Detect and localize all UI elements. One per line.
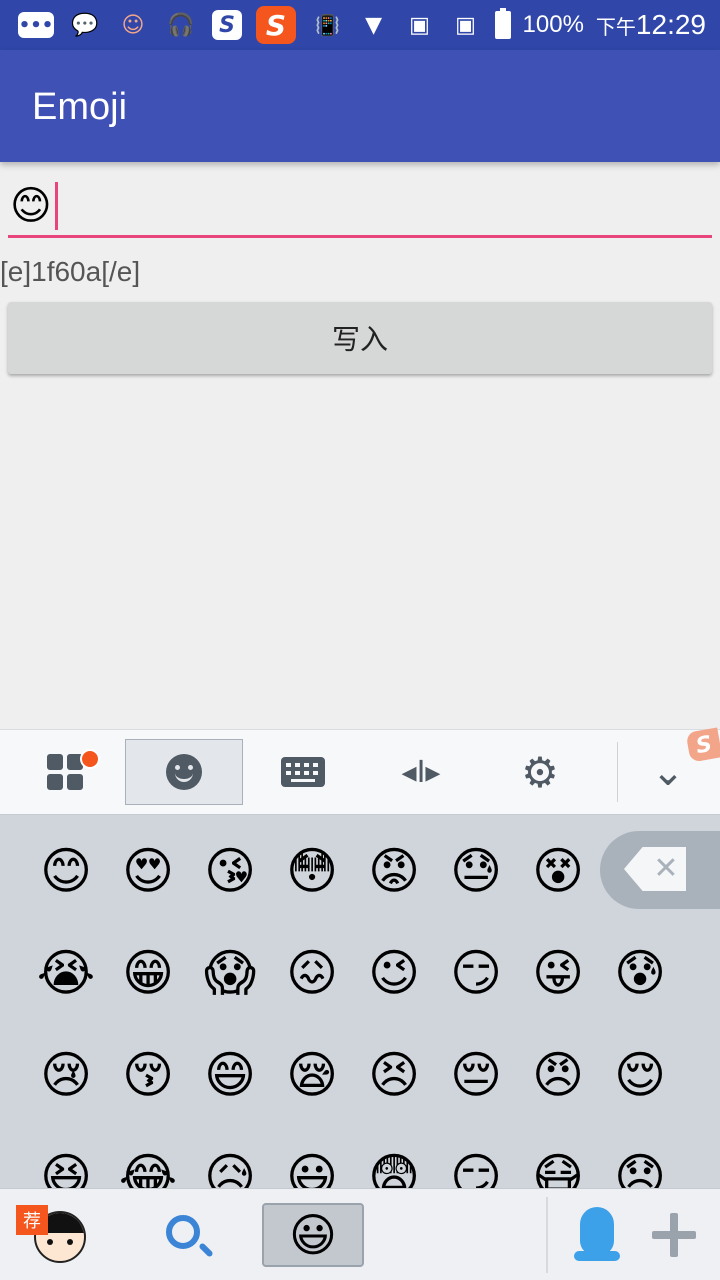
emoji-code-text: [e]1f60a[/e] — [0, 256, 141, 287]
clock: 下午12:29 — [596, 9, 706, 41]
input-emoji-content: 😊 — [10, 183, 52, 229]
emoji-key[interactable]: 😢 — [34, 1043, 98, 1107]
emoji-key[interactable]: 😭 — [34, 941, 98, 1005]
apps-grid-button[interactable] — [6, 739, 124, 805]
emoji-key[interactable]: 😣 — [362, 1043, 426, 1107]
emoji-key[interactable]: 😔 — [444, 1043, 508, 1107]
notification-icons: ••• 💬 ☺ 🎧 S S — [18, 6, 296, 44]
apps-grid-icon — [47, 754, 83, 790]
time-prefix: 下午 — [595, 17, 636, 39]
page-title: Emoji — [32, 86, 128, 128]
recommend-badge: 荐 — [16, 1205, 48, 1235]
emoji-key[interactable]: 😓 — [444, 839, 508, 903]
keyboard-bottom-bar: 荐 😃 — [0, 1188, 720, 1280]
emoji-key[interactable]: 😨 — [362, 1145, 426, 1188]
emoji-key[interactable]: 😷 — [526, 1145, 590, 1188]
emoji-key[interactable]: 😳 — [280, 839, 344, 903]
emoji-key[interactable]: 😉 — [362, 941, 426, 1005]
sogou-corner-icon: S — [685, 727, 720, 763]
emoji-key[interactable]: 😘 — [198, 839, 262, 903]
sogou-s-icon: S — [212, 10, 242, 40]
notification-dot — [80, 749, 100, 769]
wechat-icon: 💬 — [71, 12, 99, 38]
emoji-key[interactable]: 😚 — [116, 1043, 180, 1107]
emoji-key[interactable]: 😌 — [608, 1043, 672, 1107]
emoji-key[interactable]: 😠 — [526, 1043, 590, 1107]
cat-face-icon: ☺ — [121, 12, 145, 38]
search-icon[interactable] — [166, 1215, 200, 1249]
emoji-key[interactable]: 😁 — [116, 941, 180, 1005]
emoji-key[interactable]: 😜 — [526, 941, 590, 1005]
chevron-down-icon: ⌄ — [651, 749, 685, 795]
backspace-button[interactable]: ✕ — [600, 831, 720, 909]
headset-icon: 🎧 — [167, 12, 195, 38]
cursor-move-icon: ◂I▸ — [401, 754, 441, 790]
text-cursor — [55, 182, 58, 230]
sogou-red-icon: S — [256, 6, 296, 44]
app-bar: Emoji — [0, 50, 720, 162]
time-value: 12:29 — [635, 9, 706, 40]
write-button[interactable]: 写入 — [8, 302, 712, 374]
emoji-key[interactable]: 😵 — [526, 839, 590, 903]
emoji-key[interactable]: 😰 — [608, 941, 672, 1005]
emoji-key[interactable]: 😆 — [34, 1145, 98, 1188]
add-icon[interactable] — [652, 1213, 696, 1257]
keyboard-toolbar: ◂I▸ ⚙ ⌄ S — [0, 727, 720, 815]
status-bar: ••• 💬 ☺ 🎧 S S 📳 ▼ ▣ ▣ 100% 下午12:29 — [0, 0, 720, 50]
emoji-key[interactable]: 😥 — [198, 1145, 262, 1188]
emoji-panel: 😊 😍 😘 😳 😡 😓 😵 ✕ 😭 😁 😱 😖 😉 😏 😜 😰 😢 😚 😄 😪 … — [0, 815, 720, 1188]
emoji-key[interactable]: 😞 — [608, 1145, 672, 1188]
sim-1-icon: ▣ — [409, 12, 430, 38]
smiley-face-icon: 😃 — [289, 1208, 337, 1262]
emoji-key[interactable]: 😏 — [444, 941, 508, 1005]
emoji-input-field[interactable]: 😊 — [8, 176, 712, 238]
emoji-key[interactable]: 😄 — [198, 1043, 262, 1107]
emoji-key[interactable]: 😱 — [198, 941, 262, 1005]
system-icons: 📳 ▼ ▣ ▣ 100% 下午12:29 — [311, 0, 706, 50]
qq-penguin-icon[interactable] — [574, 1207, 620, 1263]
emoji-key[interactable]: 😍 — [116, 839, 180, 903]
message-icon: ••• — [18, 12, 54, 38]
emoji-category-tab[interactable]: 😃 — [262, 1203, 364, 1267]
emoji-key[interactable]: 😡 — [362, 839, 426, 903]
emoji-key[interactable]: 😊 — [34, 839, 98, 903]
settings-button[interactable]: ⚙ — [481, 739, 599, 805]
close-icon: ✕ — [653, 850, 679, 886]
gear-icon: ⚙ — [521, 747, 559, 797]
cursor-move-button[interactable]: ◂I▸ — [362, 739, 480, 805]
emoji-key[interactable]: 😃 — [280, 1145, 344, 1188]
sim-2-icon: ▣ — [455, 12, 476, 38]
emoji-tab-button[interactable] — [125, 739, 243, 805]
keyboard-button[interactable] — [244, 739, 362, 805]
vibrate-icon: 📳 — [315, 13, 340, 37]
bottom-divider — [546, 1197, 548, 1273]
emoji-key[interactable]: 😏 — [444, 1145, 508, 1188]
emoji-key[interactable]: 😪 — [280, 1043, 344, 1107]
emoji-key[interactable]: 😖 — [280, 941, 344, 1005]
battery-percent: 100% — [522, 11, 584, 38]
wifi-icon: ▼ — [365, 12, 382, 38]
emoji-key[interactable]: 😂 — [116, 1145, 180, 1188]
keyboard-icon — [281, 757, 325, 787]
battery-icon — [494, 8, 511, 39]
smiley-icon — [166, 754, 202, 790]
